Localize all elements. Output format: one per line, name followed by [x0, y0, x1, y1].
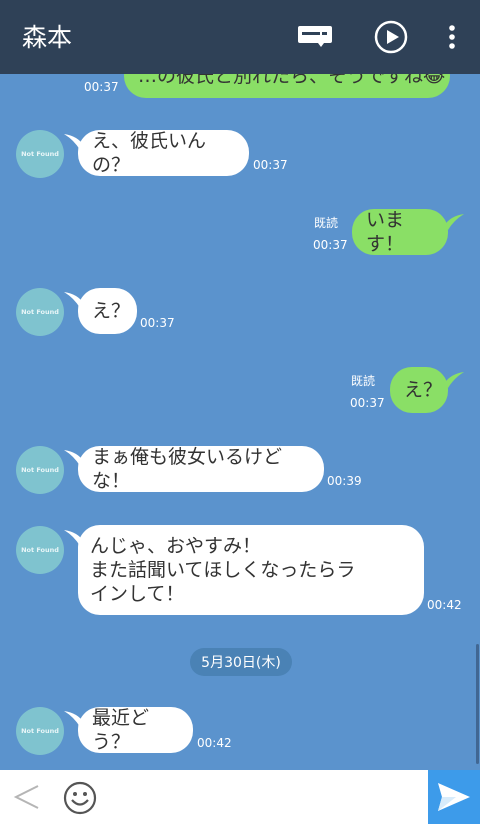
message-bubble-incoming[interactable]: んじゃ、おやすみ！ また話聞いてほしくなったらラ インして！ [78, 525, 424, 615]
chat-title: 森本 [22, 23, 73, 52]
input-bar [0, 770, 480, 824]
avatar[interactable]: Not Found [16, 130, 64, 178]
back-arrow-icon[interactable] [12, 782, 42, 812]
emoji-icon[interactable] [63, 781, 97, 815]
bubble-tail [444, 214, 464, 230]
avatar[interactable]: Not Found [16, 288, 64, 336]
avatar-label: Not Found [21, 727, 59, 735]
avatar[interactable]: Not Found [16, 446, 64, 494]
send-icon [438, 783, 470, 811]
avatar-label: Not Found [21, 546, 59, 554]
scrollbar[interactable] [476, 644, 479, 764]
message-text: え？ [92, 300, 131, 322]
message-bubble-outgoing[interactable]: います！ [352, 209, 448, 255]
avatar-label: Not Found [21, 150, 59, 158]
message-text-line: インして！ [90, 583, 185, 605]
message-text-line: また話聞いてほしくなったらラ [90, 559, 356, 581]
play-icon[interactable] [374, 20, 408, 54]
message-text: え、彼氏いんの？ [92, 130, 207, 176]
send-button[interactable] [428, 770, 480, 824]
bubble-tail [444, 372, 464, 388]
message-time: 00:42 [427, 598, 462, 612]
message-bubble-incoming[interactable]: まぁ俺も彼女いるけどな！ [78, 446, 324, 492]
date-separator: 5月30日(木) [190, 648, 292, 676]
message-text-line: んじゃ、おやすみ！ [90, 535, 262, 557]
message-time: 00:37 [313, 238, 348, 252]
more-vertical-icon[interactable] [446, 24, 458, 50]
avatar-label: Not Found [21, 308, 59, 316]
message-time: 00:37 [350, 396, 385, 410]
message-time: 00:37 [84, 80, 119, 94]
message-bubble-outgoing[interactable]: …の彼氏と別れたら、そうですね😂 [124, 74, 450, 98]
avatar[interactable]: Not Found [16, 707, 64, 755]
message-time: 00:37 [253, 158, 288, 172]
avatar[interactable]: Not Found [16, 526, 64, 574]
message-text: 最近どう？ [92, 707, 150, 753]
app-header: 森本 [0, 0, 480, 74]
message-bubble-incoming[interactable]: え？ [78, 288, 137, 334]
message-time: 00:42 [197, 736, 232, 750]
message-text: …の彼氏と別れたら、そうですね😂 [138, 74, 446, 87]
message-text: まぁ俺も彼女いるけどな！ [92, 446, 283, 492]
keyboard-icon[interactable] [298, 26, 332, 48]
message-text: います！ [366, 209, 405, 255]
avatar-label: Not Found [21, 466, 59, 474]
message-time: 00:39 [327, 474, 362, 488]
read-receipt: 既読 [314, 216, 339, 230]
message-bubble-incoming[interactable]: 最近どう？ [78, 707, 193, 753]
message-bubble-outgoing[interactable]: え？ [390, 367, 448, 413]
message-text: え？ [404, 379, 443, 401]
chat-area[interactable]: …の彼氏と別れたら、そうですね😂 00:37 Not Found え、彼氏いんの… [0, 74, 480, 770]
message-time: 00:37 [140, 316, 175, 330]
message-bubble-incoming[interactable]: え、彼氏いんの？ [78, 130, 249, 176]
read-receipt: 既読 [351, 374, 376, 388]
